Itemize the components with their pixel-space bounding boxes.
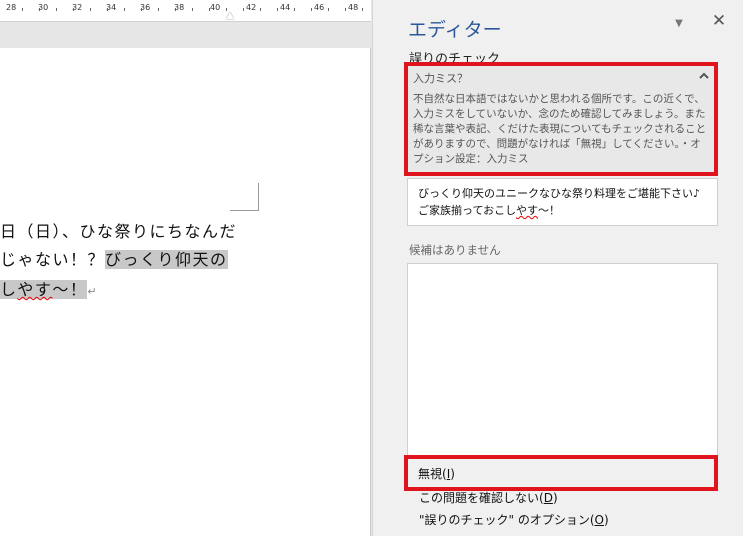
margin-corner-mark (230, 210, 259, 211)
pane-title: エディター (408, 19, 502, 41)
access-key: O (594, 513, 604, 527)
paragraph-mark-icon: ↵ (87, 285, 99, 298)
ruler-tick-label: 44 (280, 3, 291, 12)
flagged-word[interactable]: やす (17, 280, 52, 299)
document-text-line[interactable]: じゃない！？びっくり仰天の (0, 246, 228, 270)
ruler-minor-tick (39, 8, 40, 11)
ruler-minor-tick (73, 8, 74, 11)
ruler-tick-label: 42 (246, 3, 257, 12)
ruler-minor-tick (158, 8, 159, 11)
margin-corner-mark (258, 183, 259, 211)
ruler-minor-tick (56, 8, 57, 11)
indent-marker-icon[interactable] (226, 12, 234, 19)
ruler-minor-tick (209, 8, 210, 11)
suggestions-label: 候補はありません (409, 243, 501, 257)
document-area: 28 30 32 34 36 38 40 42 44 46 48 日（日）、ひな… (0, 0, 371, 536)
close-icon[interactable]: ✕ (710, 12, 728, 30)
context-text: 〜！ (538, 204, 561, 217)
dont-check-close: ) (552, 491, 558, 505)
ruler-minor-tick (277, 8, 278, 11)
issue-title: 入力ミス？ (413, 72, 468, 85)
ruler-minor-tick (107, 8, 108, 11)
ruler-minor-tick (175, 8, 176, 11)
ruler-minor-tick (226, 8, 227, 11)
document-page[interactable]: 日（日）、ひな祭りにちなんだ じゃない！？びっくり仰天の しやす〜！↵ (0, 48, 371, 536)
ruler-tick-label: 40 (210, 3, 221, 12)
document-text-line[interactable]: しやす〜！↵ (0, 276, 98, 300)
editor-pane: エディター ▼ ✕ 誤りのチェック 入力ミス？ 不自然な日本語ではないかと思われ… (372, 0, 743, 536)
issue-card: 入力ミス？ 不自然な日本語ではないかと思われる個所です。この近くで、入力ミスをし… (404, 62, 718, 176)
dont-check-label: この問題を確認しない( (419, 491, 544, 505)
ruler-minor-tick (192, 8, 193, 11)
ruler-tick-label: 28 (6, 3, 17, 12)
dont-check-issue-link[interactable]: この問題を確認しない(D) (419, 489, 558, 506)
ruler-minor-tick (22, 8, 23, 11)
context-line: ご家族揃っておこしやす〜！ (418, 202, 560, 218)
context-text: ご家族揃っておこし (418, 204, 517, 217)
context-box: びっくり仰天のユニークなひな祭り料理をご堪能下さい♪ ご家族揃っておこしやす〜！ (407, 178, 718, 226)
highlighted-text: しやす〜！ (0, 280, 88, 299)
horizontal-ruler[interactable]: 28 30 32 34 36 38 40 42 44 46 48 (0, 0, 371, 22)
document-text: じゃない！？ (0, 250, 106, 269)
ruler-minor-tick (345, 8, 346, 11)
ruler-tick-label: 46 (314, 3, 325, 12)
ruler-minor-tick (141, 8, 142, 11)
highlighted-text: びっくり仰天の (105, 250, 228, 269)
ignore-button-label: 無視( (418, 467, 447, 481)
ruler-minor-tick (328, 8, 329, 11)
options-label: "誤りのチェック" のオプション( (419, 513, 595, 527)
ruler-minor-tick (124, 8, 125, 11)
ruler-minor-tick (311, 8, 312, 11)
access-key: D (543, 491, 553, 505)
proofing-options-link[interactable]: "誤りのチェック" のオプション(O) (419, 511, 609, 528)
ruler-minor-tick (362, 8, 363, 11)
ruler-minor-tick (243, 8, 244, 11)
chevron-down-icon[interactable]: ▼ (672, 17, 686, 31)
highlighted-text-start: し (0, 280, 18, 299)
document-text-line[interactable]: 日（日）、ひな祭りにちなんだ (0, 218, 237, 242)
issue-description: 不自然な日本語ではないかと思われる個所です。この近くで、入力ミスをしていないか、… (413, 93, 707, 165)
chevron-up-icon[interactable] (697, 68, 711, 82)
options-close: ) (604, 513, 609, 527)
ruler-tick-label: 48 (348, 3, 359, 12)
ignore-button[interactable]: 無視(I) (418, 465, 455, 482)
ignore-highlight-box: 無視(I) (404, 455, 718, 491)
context-line: びっくり仰天のユニークなひな祭り料理をご堪能下さい♪ (418, 187, 701, 200)
suggestions-list[interactable] (407, 263, 718, 457)
ruler-minor-tick (294, 8, 295, 11)
ruler-minor-tick (90, 8, 91, 11)
flagged-word: やす (516, 204, 539, 217)
ignore-button-close: ) (450, 467, 455, 481)
ruler-minor-tick (260, 8, 261, 11)
highlighted-text-end: 〜！ (52, 280, 88, 299)
